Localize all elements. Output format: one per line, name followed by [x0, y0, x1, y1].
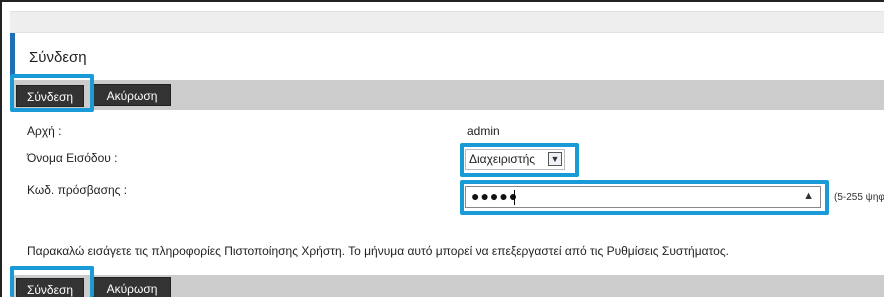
page-title: Σύνδεση [29, 49, 87, 66]
login-name-label: Όνομα Εισόδου : [27, 151, 118, 165]
login-button[interactable]: Σύνδεση [16, 85, 84, 107]
page-header: Σύνδεση [10, 33, 884, 77]
top-toolbar: Σύνδεση Ακύρωση [10, 80, 884, 110]
top-header-strip [10, 11, 884, 33]
password-value: ●●●●● [471, 188, 519, 204]
info-message: Παρακαλώ εισάγετε τις πληροφορίες Πιστοπ… [27, 244, 729, 258]
origin-label: Αρχή : [27, 124, 62, 138]
origin-value: admin [467, 124, 500, 138]
password-length-hint: (5-255 ψηφί [834, 192, 884, 203]
text-caret [514, 190, 515, 205]
cancel-button-bottom[interactable]: Ακύρωση [93, 277, 171, 297]
bottom-toolbar: Σύνδεση Ακύρωση [10, 275, 884, 297]
login-name-select[interactable]: Διαχειριστής ▼ [465, 149, 565, 170]
password-label: Κωδ. πρόσβασης : [27, 183, 128, 197]
login-button-bottom[interactable]: Σύνδεση [16, 278, 84, 297]
password-field[interactable]: ●●●●● ▲ [465, 186, 821, 208]
chevron-down-icon[interactable]: ▼ [548, 152, 562, 166]
login-name-selected-value: Διαχειριστής [469, 152, 536, 166]
cancel-button[interactable]: Ακύρωση [93, 84, 171, 106]
eye-icon[interactable]: ▲ [803, 190, 814, 202]
